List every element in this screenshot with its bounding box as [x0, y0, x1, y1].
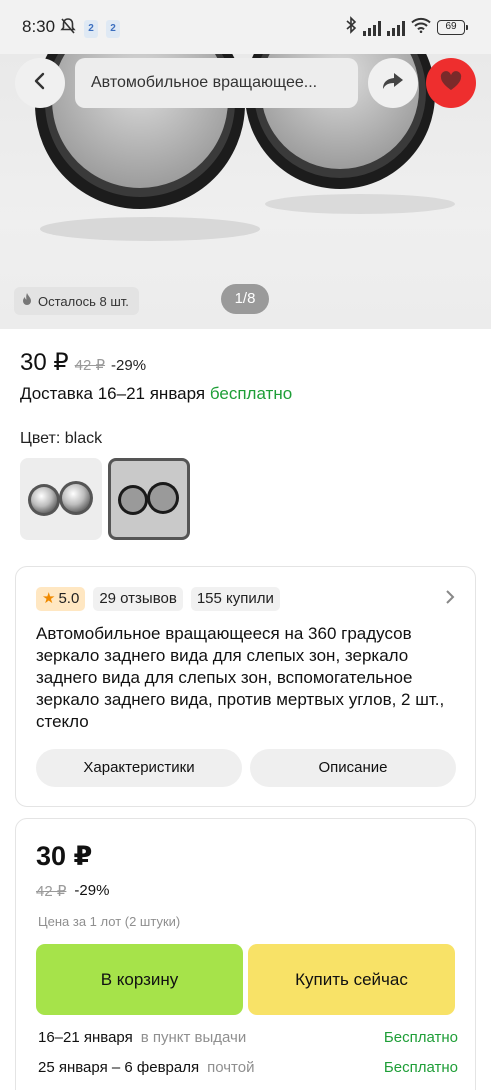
fire-icon [22, 293, 32, 309]
buy-now-button[interactable]: Купить сейчас [248, 944, 455, 1015]
stock-left-text: Осталось 8 шт. [38, 293, 129, 309]
add-to-cart-button[interactable]: В корзину [36, 944, 243, 1015]
lot-note: Цена за 1 лот (2 штуки) [38, 914, 181, 929]
status-time: 8:30 [22, 17, 56, 36]
buy-box-old-price-row: 42 ₽ -29% [36, 882, 109, 900]
buy-box-price: 30 ₽ [36, 841, 93, 871]
heart-icon [440, 70, 462, 96]
shipping-cost: Бесплатно [383, 1029, 458, 1046]
muted-bell-icon [60, 17, 76, 40]
rating-badge: ★ 5.0 [36, 587, 86, 611]
back-button[interactable] [15, 58, 65, 108]
shipping-method: в пункт выдачи [140, 1029, 247, 1046]
specs-button[interactable]: Характеристики [36, 749, 242, 787]
rating-value: 5.0 [58, 590, 80, 607]
reviews-count[interactable]: 29 отзывов [93, 587, 183, 611]
buy-box-old-price: 42 ₽ [36, 883, 67, 900]
notification-badge: 2 [106, 19, 120, 38]
shipping-cost: Бесплатно [383, 1059, 458, 1076]
search-input[interactable]: Автомобильное вращающее... [75, 58, 358, 108]
share-button[interactable] [368, 58, 418, 108]
discount-percent: -29% [111, 357, 147, 374]
purchases-count: 155 купили [190, 587, 280, 611]
shipping-option: 16–21 января в пункт выдачи Бесплатно [38, 1029, 458, 1046]
favorite-button[interactable] [426, 58, 476, 108]
status-bar: 8:30 2 2 69 [0, 0, 491, 54]
shipping-method: почтой [207, 1059, 255, 1076]
notification-badge: 2 [84, 19, 98, 38]
rating-row: ★ 5.0 29 отзывов 155 купили [36, 587, 280, 611]
delivery-free: бесплатно [209, 384, 293, 403]
swatch-black-image [118, 482, 179, 515]
shipping-date: 16–21 января [38, 1029, 133, 1046]
old-price: 42 ₽ [74, 357, 106, 374]
description-button[interactable]: Описание [250, 749, 456, 787]
color-option-black[interactable] [108, 458, 190, 540]
status-right-icons: 69 [345, 16, 468, 39]
product-title: Автомобильное вращающееся на 360 градусо… [36, 624, 445, 731]
product-info-card[interactable]: ★ 5.0 29 отзывов 155 купили Автомобильно… [15, 566, 476, 807]
shipping-option: 25 января – 6 февраля почтой Бесплатно [38, 1059, 458, 1076]
signal-icon [363, 20, 381, 36]
star-icon: ★ [42, 590, 56, 607]
delivery-dates: Доставка 16–21 января [20, 384, 206, 403]
buy-box-discount: -29% [74, 882, 110, 899]
share-icon [382, 72, 404, 95]
signal-icon [387, 20, 405, 36]
bluetooth-icon [345, 16, 357, 39]
current-price: 30 ₽ [20, 349, 69, 376]
chevron-right-icon[interactable] [445, 589, 455, 610]
price-row: 30 ₽ 42 ₽ -29% [20, 348, 146, 377]
back-arrow-icon [33, 71, 47, 96]
color-label: Цвет: black [20, 430, 103, 447]
swatch-silver-image [28, 481, 93, 516]
delivery-info: Доставка 16–21 января бесплатно [20, 384, 292, 404]
gallery-page-indicator: 1/8 [221, 284, 269, 314]
buy-box: 30 ₽ 42 ₽ -29% Цена за 1 лот (2 штуки) В… [15, 818, 476, 1090]
color-option-silver[interactable] [20, 458, 102, 540]
wifi-icon [411, 17, 431, 38]
stock-left-badge: Осталось 8 шт. [14, 287, 139, 315]
battery-icon: 69 [437, 20, 468, 35]
status-left-icons: 2 2 [60, 17, 120, 40]
shipping-date: 25 января – 6 февраля [38, 1059, 200, 1076]
